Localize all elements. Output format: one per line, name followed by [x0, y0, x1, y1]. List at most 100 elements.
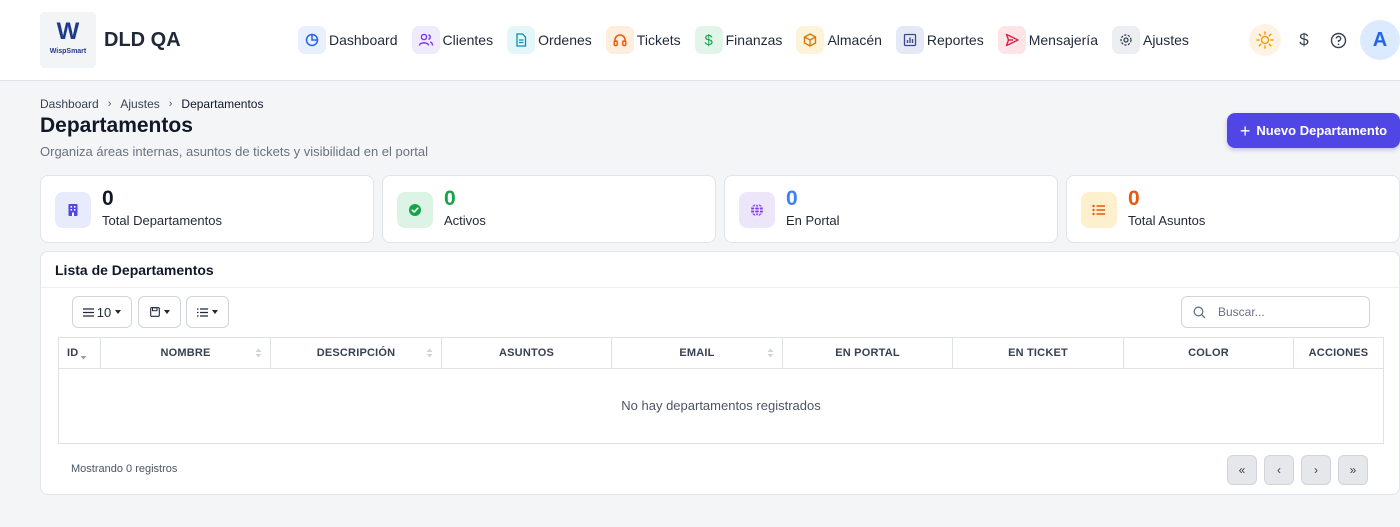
help-button[interactable] [1326, 28, 1350, 52]
main-nav: Dashboard Clientes Ordenes Tickets $ Fin… [298, 26, 1203, 54]
help-icon [1330, 32, 1346, 48]
column-descripcion[interactable]: DESCRIPCIÓN [271, 338, 442, 368]
sun-icon [1256, 31, 1274, 49]
column-email[interactable]: EMAIL [612, 338, 783, 368]
logo-text: WispSmart [49, 48, 87, 55]
nav-finanzas[interactable]: $ Finanzas [694, 26, 782, 54]
send-icon [997, 26, 1026, 54]
page-title: Departamentos [40, 114, 193, 137]
column-en-portal: EN PORTAL [783, 338, 953, 368]
new-department-label: Nuevo Departamento [1256, 123, 1388, 138]
nav-almacen[interactable]: Almacén [796, 26, 882, 54]
page-subtitle: Organiza áreas internas, asuntos de tick… [40, 144, 429, 159]
chevron-right-icon: › [107, 98, 112, 110]
user-avatar[interactable]: A [1360, 20, 1400, 60]
box-icon [796, 26, 825, 54]
stat-value: 0 [444, 187, 456, 210]
search-input[interactable] [1218, 297, 1363, 327]
stat-card-activos: 0 Activos [382, 175, 716, 243]
nav-label: Almacén [827, 32, 882, 48]
search-icon [1193, 306, 1206, 319]
stat-card-asuntos: 0 Total Asuntos [1066, 175, 1400, 243]
records-info: Mostrando 0 registros [71, 463, 178, 475]
bar-chart-icon [895, 26, 924, 54]
menu-icon [82, 307, 94, 317]
pagination-next-button[interactable]: › [1301, 455, 1331, 485]
stat-card-total: 0 Total Departamentos [40, 175, 374, 243]
nav-ordenes[interactable]: Ordenes [507, 26, 592, 54]
departments-panel: Lista de Departamentos 10 ID NOMBRE DESC… [40, 251, 1400, 495]
check-circle-icon [397, 192, 433, 228]
breadcrumb-current: Departamentos [181, 97, 264, 111]
nav-ajustes[interactable]: Ajustes [1111, 26, 1189, 54]
new-department-button[interactable]: + Nuevo Departamento [1227, 113, 1400, 148]
stat-label: Activos [444, 213, 486, 228]
column-nombre[interactable]: NOMBRE [101, 338, 271, 368]
headset-icon [605, 26, 634, 54]
logo[interactable]: W WispSmart [40, 12, 96, 68]
nav-label: Ordenes [538, 32, 592, 48]
departments-table: ID NOMBRE DESCRIPCIÓN ASUNTOS EMAIL EN P… [58, 337, 1384, 444]
top-header: W WispSmart DLD QA Dashboard Clientes Or… [0, 0, 1400, 81]
page-size-select[interactable]: 10 [72, 296, 132, 328]
save-icon [149, 307, 160, 317]
columns-button[interactable] [186, 296, 229, 328]
column-color: COLOR [1124, 338, 1294, 368]
nav-label: Clientes [442, 32, 494, 48]
nav-tickets[interactable]: Tickets [605, 26, 681, 54]
nav-dashboard[interactable]: Dashboard [298, 26, 398, 54]
column-acciones: ACCIONES [1294, 338, 1383, 368]
pagination-prev-button[interactable]: ‹ [1264, 455, 1294, 485]
nav-mensajeria[interactable]: Mensajería [997, 26, 1098, 54]
chevron-down-icon [212, 310, 218, 314]
stat-label: En Portal [786, 213, 840, 228]
breadcrumb: Dashboard › Ajustes › Departamentos [40, 97, 263, 111]
pagination-last-button[interactable]: » [1338, 455, 1368, 485]
column-label: DESCRIPCIÓN [316, 347, 396, 359]
globe-icon [739, 192, 775, 228]
users-icon [411, 26, 440, 54]
column-label: ASUNTOS [499, 347, 554, 359]
nav-clientes[interactable]: Clientes [411, 26, 494, 54]
column-label: EMAIL [679, 347, 715, 359]
page-size-value: 10 [96, 304, 112, 320]
nav-label: Ajustes [1142, 32, 1189, 48]
stat-value: 0 [1128, 187, 1140, 210]
chevron-right-icon: › [168, 98, 173, 110]
brand-name: DLD QA [104, 29, 181, 51]
chevron-down-icon [115, 310, 122, 314]
column-label: EN PORTAL [835, 347, 900, 359]
nav-label: Tickets [636, 32, 681, 48]
document-icon [507, 26, 536, 54]
column-id[interactable]: ID [59, 338, 101, 368]
breadcrumb-dashboard[interactable]: Dashboard [40, 97, 99, 111]
plus-icon: + [1239, 120, 1251, 141]
pie-chart-icon [298, 26, 326, 54]
column-label: ID [67, 347, 79, 359]
nav-label: Dashboard [329, 32, 398, 48]
breadcrumb-ajustes[interactable]: Ajustes [120, 97, 159, 111]
logo-mark: W [56, 18, 80, 45]
search-field [1181, 296, 1370, 328]
currency-button[interactable]: $ [1292, 28, 1316, 52]
sort-icon [767, 348, 774, 358]
stat-value: 0 [786, 187, 798, 210]
panel-header: Lista de Departamentos [41, 252, 1399, 288]
nav-reportes[interactable]: Reportes [895, 26, 984, 54]
column-en-ticket: EN TICKET [953, 338, 1124, 368]
list-icon [1081, 192, 1117, 228]
nav-label: Mensajería [1028, 32, 1098, 48]
sort-desc-icon [80, 356, 87, 360]
building-icon [55, 192, 91, 228]
stat-label: Total Asuntos [1128, 213, 1206, 228]
nav-label: Reportes [926, 32, 984, 48]
empty-table-message: No hay departamentos registrados [621, 398, 821, 413]
pagination-first-button[interactable]: « [1227, 455, 1257, 485]
column-label: ACCIONES [1308, 347, 1369, 359]
export-button[interactable] [138, 296, 181, 328]
theme-toggle-button[interactable] [1249, 24, 1281, 56]
list-icon [197, 307, 208, 317]
table-header: ID NOMBRE DESCRIPCIÓN ASUNTOS EMAIL EN P… [59, 338, 1383, 369]
column-label: NOMBRE [160, 347, 211, 359]
sort-icon [255, 348, 262, 358]
